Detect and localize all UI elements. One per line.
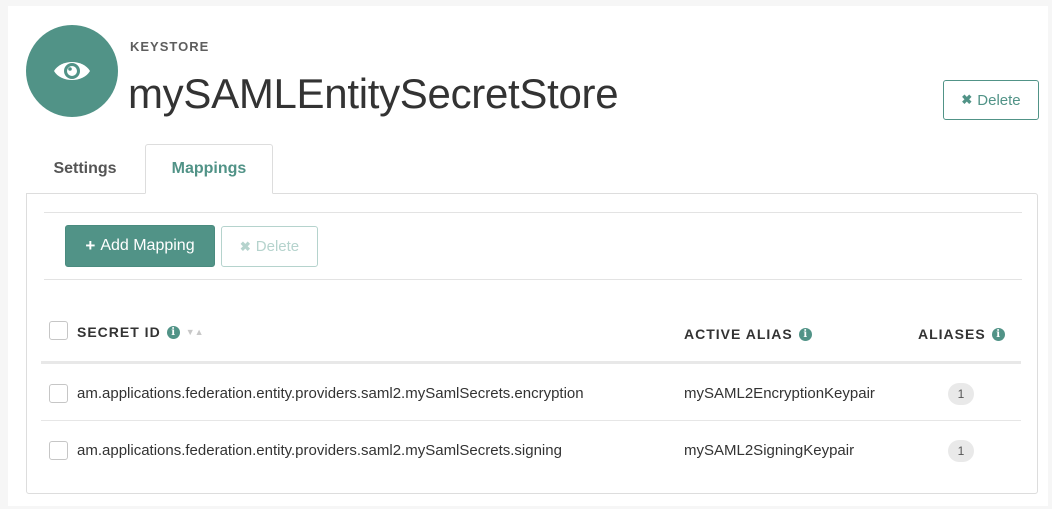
column-header-secret-id[interactable]: SECRET ID i ▼▲ xyxy=(77,324,204,340)
row-divider xyxy=(41,420,1021,421)
tab-bar: Settings Mappings xyxy=(26,144,1038,194)
column-header-aliases: ALIASES i xyxy=(918,326,1005,342)
select-all-checkbox[interactable] xyxy=(49,321,68,340)
tab-mappings[interactable]: Mappings xyxy=(145,144,273,194)
eye-icon xyxy=(54,62,90,80)
row-checkbox[interactable] xyxy=(49,441,68,460)
aliases-count-badge: 1 xyxy=(948,383,974,405)
secret-id-cell[interactable]: am.applications.federation.entity.provid… xyxy=(77,442,562,459)
column-label: ALIASES xyxy=(918,326,986,342)
tab-settings[interactable]: Settings xyxy=(26,144,144,194)
close-icon: ✖ xyxy=(239,238,251,254)
page: KEYSTORE mySAMLEntitySecretStore ✖ Delet… xyxy=(8,6,1048,506)
active-alias-cell: mySAML2SigningKeypair xyxy=(684,442,855,459)
secret-id-cell[interactable]: am.applications.federation.entity.provid… xyxy=(77,385,584,402)
aliases-count-badge: 1 xyxy=(948,440,974,462)
close-icon: ✖ xyxy=(961,92,973,107)
info-icon[interactable]: i xyxy=(798,327,812,341)
divider xyxy=(44,279,1022,280)
table-header-divider xyxy=(41,361,1021,364)
page-title: mySAMLEntitySecretStore xyxy=(128,70,619,117)
column-header-active-alias: ACTIVE ALIAS i xyxy=(684,326,812,342)
add-mapping-label: Add Mapping xyxy=(100,237,195,254)
divider xyxy=(44,212,1022,213)
active-alias-cell: mySAML2EncryptionKeypair xyxy=(684,385,875,402)
delete-mapping-label: Delete xyxy=(255,238,300,255)
delete-keystore-label: Delete xyxy=(977,91,1021,109)
mappings-panel: + Add Mapping ✖ Delete SECRET ID i ▼▲ AC… xyxy=(26,193,1038,494)
info-icon[interactable]: i xyxy=(991,327,1005,341)
column-label: SECRET ID xyxy=(77,324,161,340)
row-checkbox[interactable] xyxy=(49,384,68,403)
add-mapping-button[interactable]: + Add Mapping xyxy=(65,225,215,267)
plus-icon: + xyxy=(85,236,96,255)
column-label: ACTIVE ALIAS xyxy=(684,326,793,342)
info-icon[interactable]: i xyxy=(166,325,180,339)
keystore-avatar xyxy=(26,25,118,117)
sort-icon[interactable]: ▼▲ xyxy=(186,327,204,337)
delete-mapping-button[interactable]: ✖ Delete xyxy=(221,226,318,267)
page-eyebrow: KEYSTORE xyxy=(130,39,210,54)
delete-keystore-button[interactable]: ✖ Delete xyxy=(943,80,1039,120)
